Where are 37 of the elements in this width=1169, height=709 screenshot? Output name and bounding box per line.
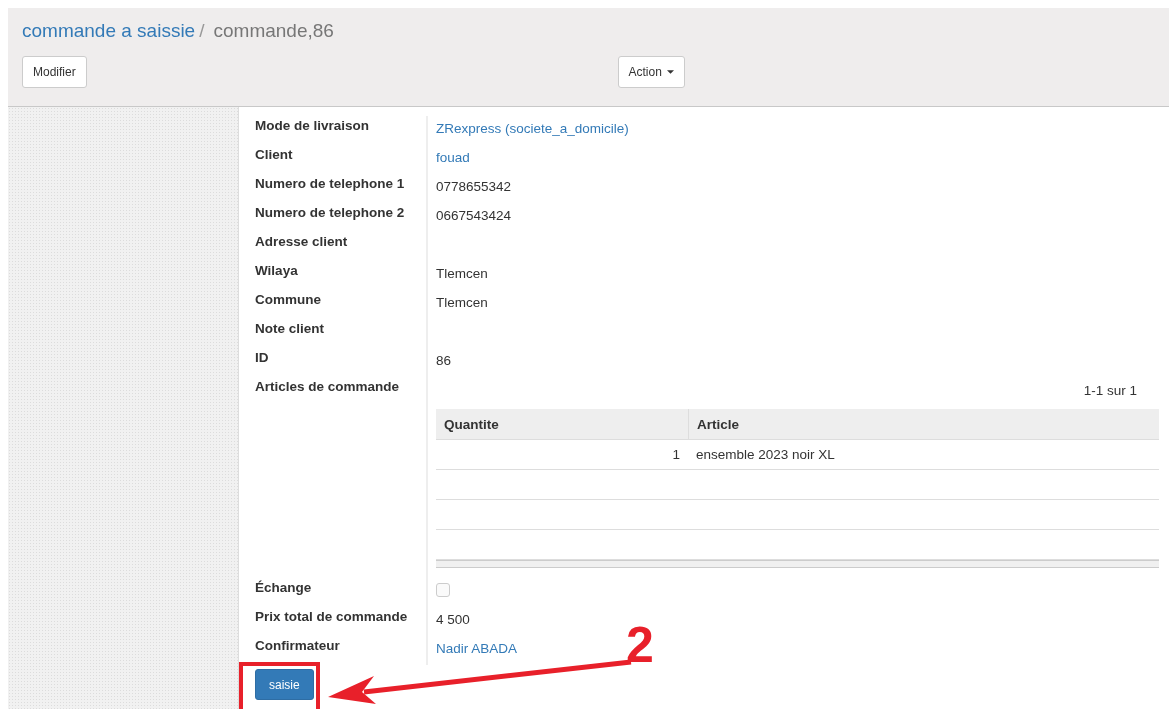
field-label: Numero de telephone 1: [255, 175, 406, 193]
table-cell: 1: [436, 440, 688, 470]
table-cell: ensemble 2023 noir XL: [688, 440, 1159, 470]
breadcrumb-separator: /: [198, 20, 206, 42]
field-label: Client: [255, 146, 294, 164]
pagination-text: 1-1 sur 1: [1083, 383, 1137, 398]
field-value: Tlemcen: [436, 266, 488, 281]
column-header[interactable]: Article: [688, 409, 1159, 440]
edit-button[interactable]: Modifier: [22, 56, 87, 88]
exchange-checkbox[interactable]: [436, 583, 450, 597]
field-label: Prix total de commande: [255, 608, 409, 626]
field-label: Commune: [255, 291, 322, 309]
field-label: Articles de commande: [255, 378, 401, 396]
field-value: 0667543424: [436, 208, 512, 223]
field-label: Note client: [255, 320, 325, 338]
field-value: 0778655342: [436, 179, 512, 194]
breadcrumb-current: commande,86: [213, 20, 334, 42]
field-value: 86: [436, 353, 452, 368]
field-label: Adresse client: [255, 233, 349, 251]
field-value: Tlemcen: [436, 295, 488, 310]
field-label: Wilaya: [255, 262, 299, 280]
action-dropdown-button[interactable]: Action: [617, 56, 685, 88]
caret-icon: [666, 70, 674, 74]
breadcrumb-link[interactable]: commande a saissie: [22, 20, 196, 42]
field-link[interactable]: ZRexpress (societe_a_domicile): [436, 121, 629, 136]
field-label: Échange: [255, 579, 313, 597]
field-link[interactable]: Nadir ABADA: [436, 641, 518, 656]
field-label: Numero de telephone 2: [255, 204, 406, 222]
field-link[interactable]: fouad: [436, 150, 470, 165]
annotation-number: 2: [626, 620, 654, 670]
field-label: Confirmateur: [255, 637, 341, 655]
field-label: Mode de livraison: [255, 117, 371, 135]
column-header[interactable]: Quantite: [436, 409, 688, 440]
horizontal-scrollbar[interactable]: [436, 560, 1159, 568]
submit-button[interactable]: saisie: [255, 669, 314, 700]
field-label: ID: [255, 349, 270, 367]
field-value: 4 500: [436, 612, 470, 627]
